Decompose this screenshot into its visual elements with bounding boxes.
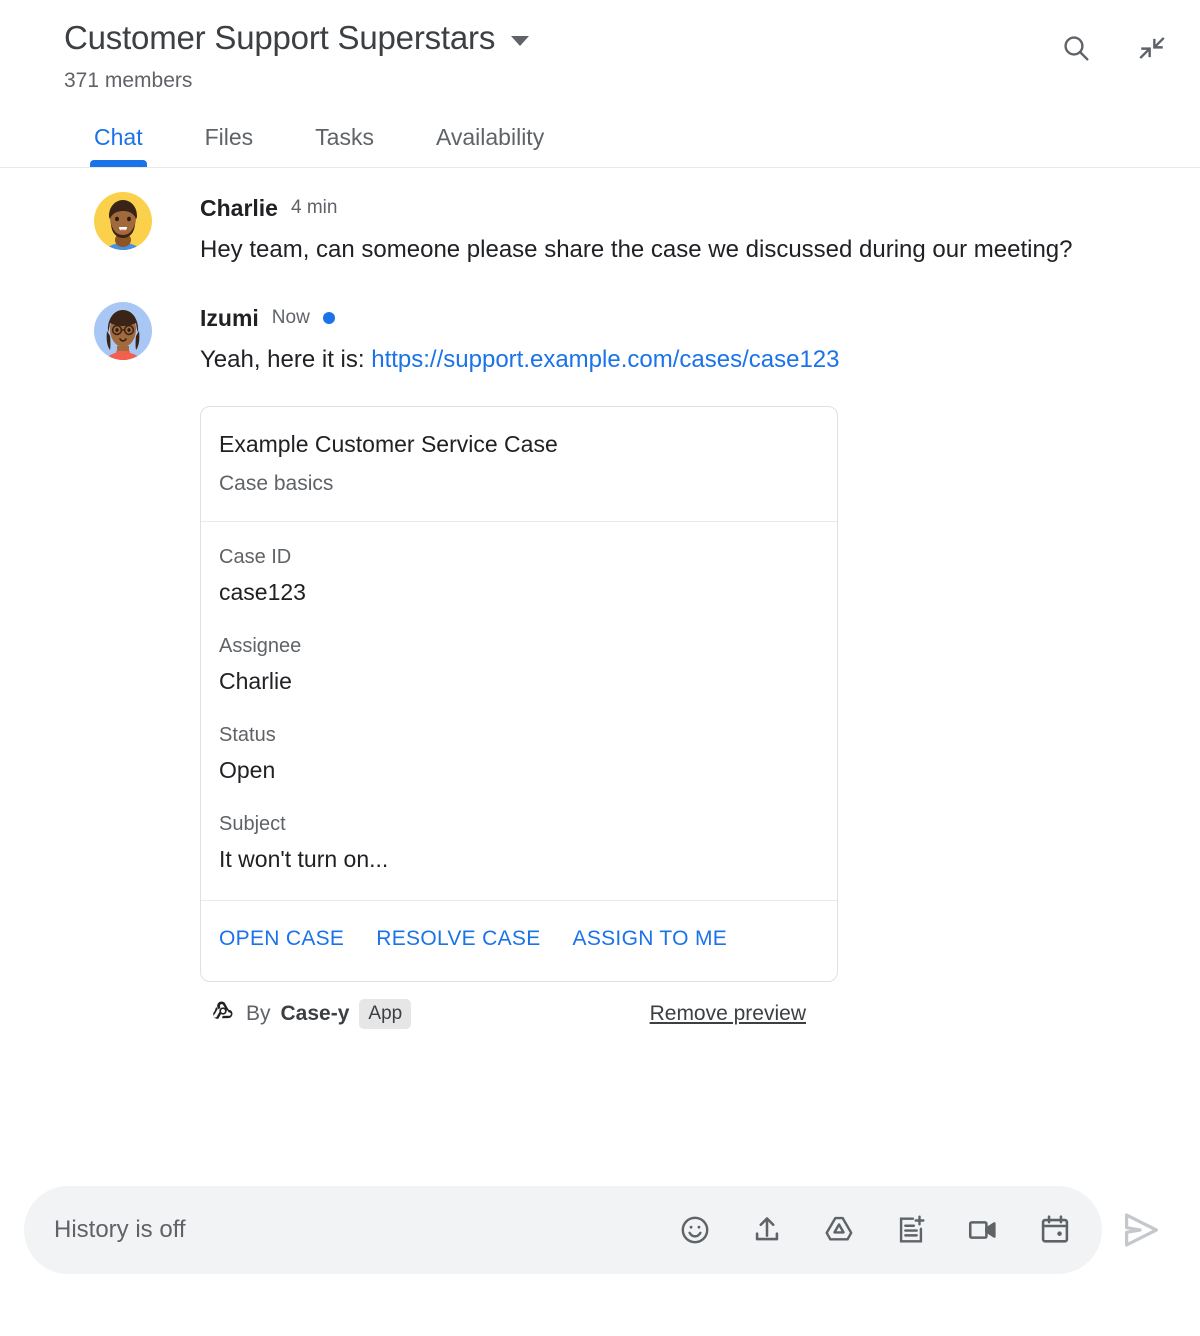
chevron-down-icon[interactable]: [511, 36, 530, 46]
field-label: Assignee: [219, 635, 302, 657]
message-meta: Izumi Now: [200, 304, 1176, 332]
field-label: Case ID: [219, 546, 292, 568]
message-timestamp: 4 min: [290, 197, 338, 218]
chat-header: Customer Support Superstars 371 members …: [0, 0, 1200, 168]
header-actions: [1058, 30, 1170, 66]
tab-files[interactable]: Files: [205, 123, 254, 167]
calendar-icon[interactable]: [1038, 1213, 1072, 1247]
attribution-app-name: Case-y: [280, 1001, 350, 1025]
create-doc-icon[interactable]: [894, 1213, 928, 1247]
message-composer: History is off: [0, 1186, 1200, 1274]
tab-availability[interactable]: Availability: [436, 123, 544, 167]
message-text-prefix: Yeah, here it is:: [200, 346, 372, 373]
page-title: Customer Support Superstars: [64, 19, 496, 56]
field-case-id: Case ID case123: [219, 544, 819, 607]
unread-indicator-dot: [322, 312, 335, 324]
message-sender: Charlie: [200, 195, 278, 221]
composer-icons: [678, 1213, 1072, 1247]
field-value: It won't turn on...: [219, 846, 389, 872]
video-icon[interactable]: [966, 1213, 1000, 1247]
composer-field[interactable]: History is off: [24, 1186, 1102, 1274]
message-text: Yeah, here it is: https://support.exampl…: [200, 338, 1100, 382]
member-count: 371 members: [64, 69, 193, 92]
webhook-icon: [210, 998, 236, 1029]
emoji-icon[interactable]: [678, 1213, 712, 1247]
case-preview-card: Example Customer Service Case Case basic…: [200, 406, 838, 982]
field-value: Charlie: [219, 668, 292, 694]
card-attribution: By Case-y App Remove preview: [200, 998, 838, 1029]
title-row: Customer Support Superstars: [64, 18, 1172, 58]
field-label: Status: [219, 724, 276, 746]
avatar[interactable]: [94, 192, 152, 250]
message-meta: Charlie 4 min: [200, 194, 1176, 222]
message-text: Hey team, can someone please share the c…: [200, 236, 1073, 263]
field-label: Subject: [219, 813, 286, 835]
field-status: Status Open: [219, 722, 819, 785]
assign-to-me-button[interactable]: ASSIGN TO ME: [573, 927, 728, 951]
field-assignee: Assignee Charlie: [219, 633, 819, 696]
message-body: Charlie 4 min Hey team, can someone plea…: [200, 194, 1176, 272]
field-value: Open: [219, 757, 276, 783]
message-body: Izumi Now Yeah, here it is: https://supp…: [200, 304, 1176, 1029]
resolve-case-button[interactable]: RESOLVE CASE: [376, 927, 540, 951]
message-list: Charlie 4 min Hey team, can someone plea…: [0, 168, 1200, 1029]
card-header: Example Customer Service Case Case basic…: [201, 407, 837, 522]
remove-preview-link[interactable]: Remove preview: [650, 1002, 834, 1026]
attribution-left: By Case-y App: [210, 998, 412, 1029]
upload-icon[interactable]: [750, 1213, 784, 1247]
send-icon[interactable]: [1106, 1195, 1176, 1265]
message-input[interactable]: History is off: [54, 1215, 678, 1245]
collapse-icon[interactable]: [1134, 30, 1170, 66]
app-badge: App: [359, 998, 412, 1029]
field-value: case123: [219, 579, 306, 605]
card-actions: OPEN CASE RESOLVE CASE ASSIGN TO ME: [201, 901, 837, 981]
avatar[interactable]: [94, 302, 152, 360]
drive-icon[interactable]: [822, 1213, 856, 1247]
open-case-button[interactable]: OPEN CASE: [219, 927, 344, 951]
message-item: Charlie 4 min Hey team, can someone plea…: [0, 184, 1176, 272]
tab-bar: Chat Files Tasks Availability: [0, 106, 1200, 168]
card-title: Example Customer Service Case: [219, 431, 558, 457]
case-link[interactable]: https://support.example.com/cases/case12…: [371, 346, 839, 373]
attribution-by-text: By: [246, 1001, 271, 1025]
tab-chat[interactable]: Chat: [90, 123, 147, 167]
message-timestamp: Now: [271, 307, 310, 328]
search-icon[interactable]: [1058, 30, 1094, 66]
card-fields: Case ID case123 Assignee Charlie Status …: [201, 522, 837, 901]
tab-tasks[interactable]: Tasks: [315, 123, 374, 167]
card-subtitle: Case basics: [219, 472, 334, 495]
message-item: Izumi Now Yeah, here it is: https://supp…: [0, 294, 1176, 1029]
field-subject: Subject It won't turn on...: [219, 811, 819, 874]
message-sender: Izumi: [200, 305, 259, 331]
